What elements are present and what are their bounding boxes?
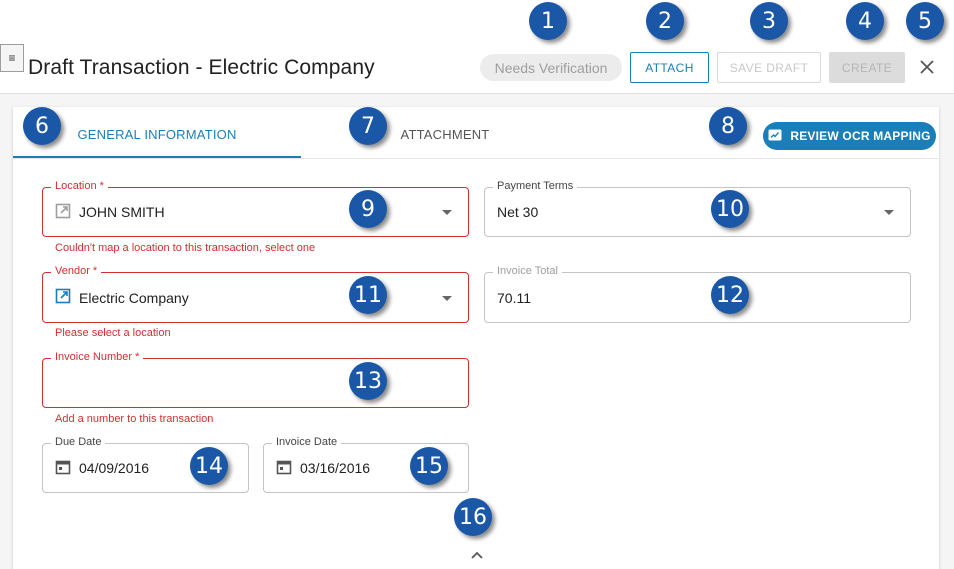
callout-badge: 2	[646, 2, 684, 40]
callout-badge: 12	[711, 276, 749, 314]
calendar-icon[interactable]	[276, 459, 292, 478]
vendor-select[interactable]: Vendor * Electric Company	[42, 265, 469, 323]
callout-badge: 7	[349, 107, 387, 145]
callout-badge: 10	[711, 190, 749, 228]
callout-badge: 11	[349, 276, 387, 314]
review-ocr-mapping-button[interactable]: REVIEW OCR MAPPING	[763, 122, 936, 150]
tabs-divider	[13, 158, 939, 159]
save-draft-button[interactable]: SAVE DRAFT	[717, 52, 821, 83]
callout-badge: 4	[846, 2, 884, 40]
payment-terms-value: Net 30	[497, 204, 539, 220]
ocr-mapping-icon	[768, 129, 782, 144]
invoice-number-label: Invoice Number *	[51, 351, 144, 363]
callout-badge: 8	[709, 107, 747, 145]
create-button[interactable]: CREATE	[829, 52, 905, 83]
invoice-number-error: Add a number to this transaction	[55, 413, 214, 425]
chevron-down-icon[interactable]	[442, 210, 452, 215]
callout-badge: 6	[23, 107, 61, 145]
invoice-date-value: 03/16/2016	[300, 460, 371, 476]
callout-badge: 14	[190, 447, 228, 485]
vendor-error: Please select a location	[55, 327, 171, 339]
open-external-icon[interactable]	[55, 203, 71, 222]
chevron-down-icon[interactable]	[884, 210, 894, 215]
location-value: JOHN SMITH	[79, 204, 165, 220]
callout-badge: 1	[529, 2, 567, 40]
review-ocr-mapping-label: REVIEW OCR MAPPING	[790, 129, 931, 143]
location-select[interactable]: Location * JOHN SMITH	[42, 180, 469, 237]
open-external-icon[interactable]	[55, 288, 71, 307]
callout-badge: 15	[410, 447, 448, 485]
callout-badge: 13	[349, 362, 387, 400]
due-date-value: 04/09/2016	[79, 460, 150, 476]
calendar-icon[interactable]	[55, 459, 71, 478]
page-title: Draft Transaction - Electric Company	[28, 56, 375, 79]
location-error: Couldn't map a location to this transact…	[55, 242, 316, 254]
callout-badge: 9	[349, 190, 387, 228]
vendor-value: Electric Company	[79, 289, 189, 306]
draft-transaction-dialog: ≡ Draft Transaction - Electric Company N…	[0, 0, 954, 569]
chevron-up-icon[interactable]	[468, 548, 486, 562]
invoice-number-field[interactable]: Invoice Number *	[42, 351, 469, 408]
attach-button[interactable]: ATTACH	[630, 52, 709, 83]
callout-badge: 16	[454, 498, 492, 536]
invoice-total-field[interactable]: Invoice Total 70.11	[484, 265, 911, 323]
payment-terms-select[interactable]: Payment Terms Net 30	[484, 180, 911, 237]
tab-attachment[interactable]: ATTACHMENT	[301, 110, 589, 158]
close-icon[interactable]	[916, 56, 938, 78]
invoice-total-value: 70.11	[497, 289, 531, 306]
callout-badge: 5	[906, 2, 944, 40]
chevron-down-icon[interactable]	[442, 295, 452, 301]
status-badge: Needs Verification	[480, 54, 622, 81]
callout-badge: 3	[750, 2, 788, 40]
menu-icon[interactable]: ≡	[0, 44, 24, 72]
